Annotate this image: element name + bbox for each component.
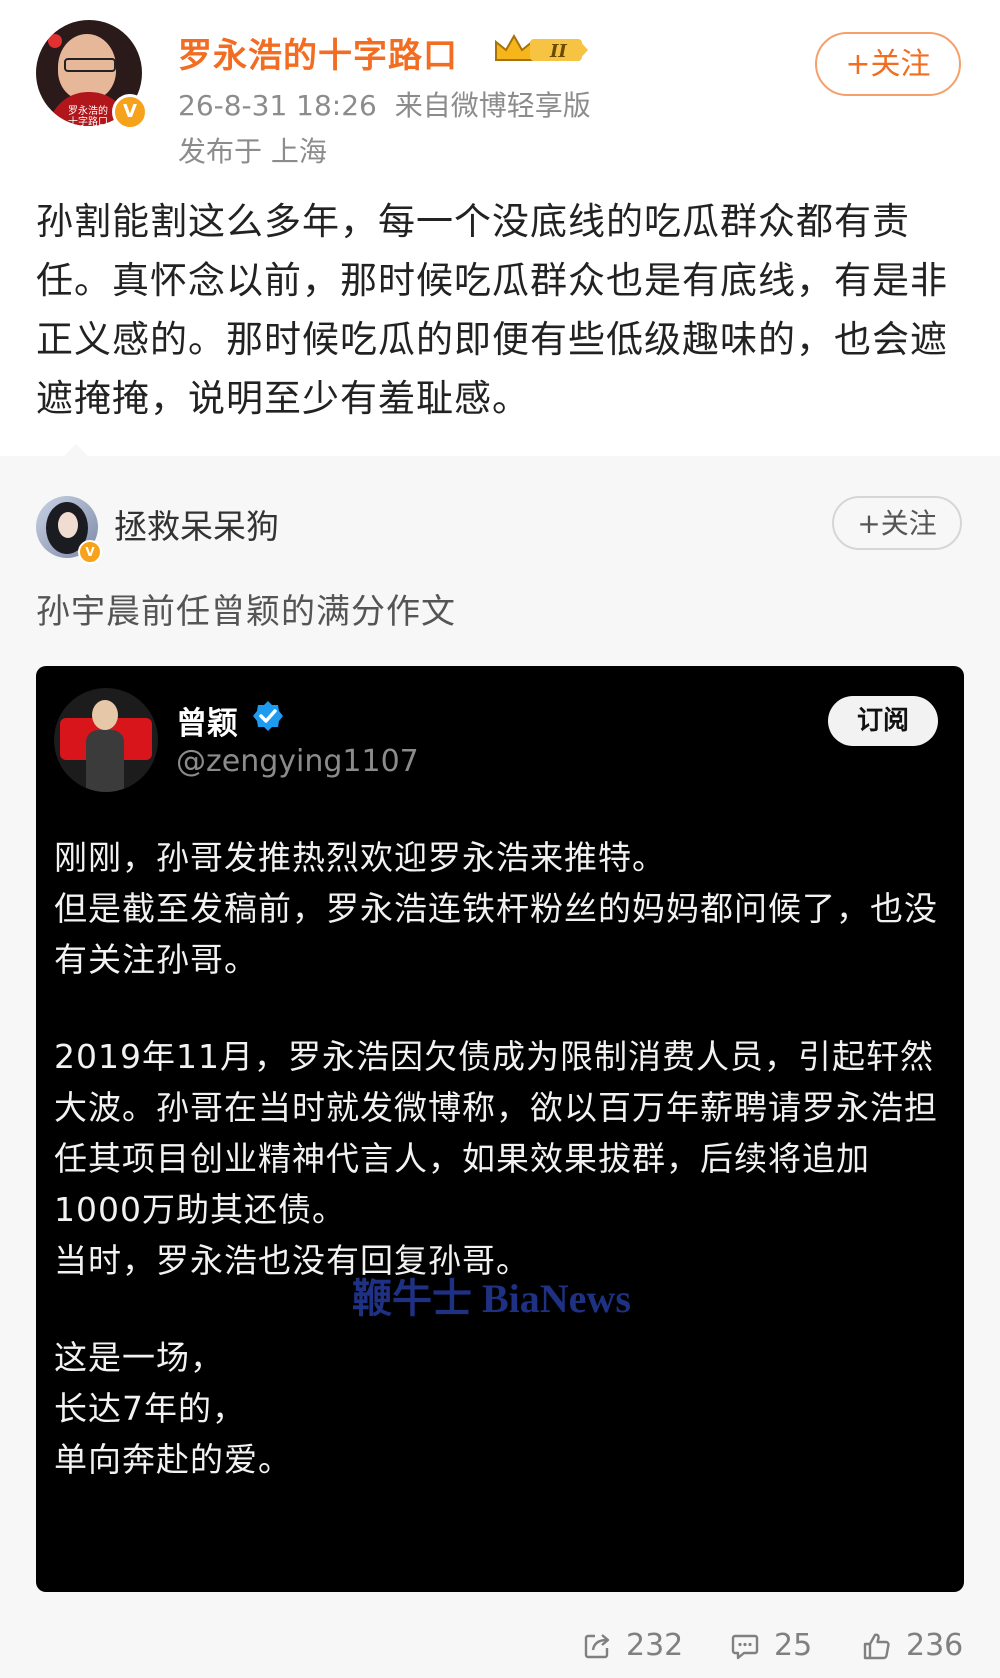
comment-icon <box>731 1634 759 1659</box>
author-name[interactable]: 罗永浩的十字路口 <box>178 28 458 77</box>
tweet-line: 长达7年的， <box>54 1389 246 1428</box>
post-location: 发布于 上海 <box>178 135 327 168</box>
watermark: 鞭牛士 BiaNews <box>352 1276 631 1321</box>
repost-text: 孙宇晨前任曾颖的满分作文 <box>36 592 456 632</box>
tweet-line: 刚刚，孙哥发推热烈欢迎罗永浩来推特。 <box>54 838 666 877</box>
post-timestamp: 26-8-31 18:26 <box>178 89 377 122</box>
tweet-avatar <box>54 688 158 792</box>
follow-button[interactable]: +关注 <box>815 32 961 96</box>
tweet-author-name: 曾颖 <box>176 706 238 742</box>
tweet-line: 2019年11月，罗永浩因欠债成为限制消费人员，引起轩然大波。孙哥在当时就发微博… <box>54 1037 938 1229</box>
verified-badge: V <box>112 94 148 130</box>
repost-verified-badge: V <box>78 540 102 564</box>
post-header: 罗永浩的十字路口 V 罗永浩的十字路口 II 26-8-31 18:26 来自微… <box>0 0 1000 170</box>
tweet-line: 单向奔赴的爱。 <box>54 1440 292 1479</box>
crown-icon: II <box>495 33 588 62</box>
avatar-caption: 罗永浩的十字路口 <box>68 106 108 126</box>
subscribe-button: 订阅 <box>828 696 938 746</box>
embedded-image[interactable]: 曾颖 @zengying1107 订阅 刚刚，孙哥发推热烈欢迎罗永浩来推特。 但… <box>36 666 964 1592</box>
repost-action[interactable]: 232 <box>582 1628 683 1663</box>
avatar-mark <box>48 34 62 48</box>
tweet-line: 这是一场， <box>54 1338 224 1377</box>
post-source[interactable]: 来自微博轻享版 <box>395 89 591 122</box>
comment-count: 25 <box>774 1628 813 1663</box>
comment-action[interactable]: 25 <box>730 1628 812 1663</box>
repost-card[interactable]: V 拯救呆呆狗 +关注 孙宇晨前任曾颖的满分作文 曾颖 @zengying110… <box>0 456 1000 1678</box>
repost-follow-button[interactable]: +关注 <box>832 496 962 550</box>
tweet-author-handle: @zengying1107 <box>176 744 419 779</box>
like-count: 236 <box>906 1628 964 1663</box>
tweet-line: 但是截至发稿前，罗永浩连铁杆粉丝的妈妈都问候了，也没有关注孙哥。 <box>54 889 938 979</box>
tweet-body: 刚刚，孙哥发推热烈欢迎罗永浩来推特。 但是截至发稿前，罗永浩连铁杆粉丝的妈妈都问… <box>54 832 954 1485</box>
repost-count: 232 <box>626 1628 684 1663</box>
like-icon <box>863 1632 890 1659</box>
level-badge-text: II <box>549 41 567 62</box>
action-bar: 232 25 236 <box>0 1618 1000 1678</box>
verified-check-icon <box>253 701 283 731</box>
post-meta: 26-8-31 18:26 来自微博轻享版 <box>178 84 591 124</box>
like-action[interactable]: 236 <box>862 1628 963 1663</box>
repost-author-name[interactable]: 拯救呆呆狗 <box>114 500 279 548</box>
repost-icon <box>584 1633 610 1658</box>
post-text: 孙割能割这么多年，每一个没底线的吃瓜群众都有责任。真怀念以前，那时候吃瓜群众也是… <box>36 200 948 420</box>
